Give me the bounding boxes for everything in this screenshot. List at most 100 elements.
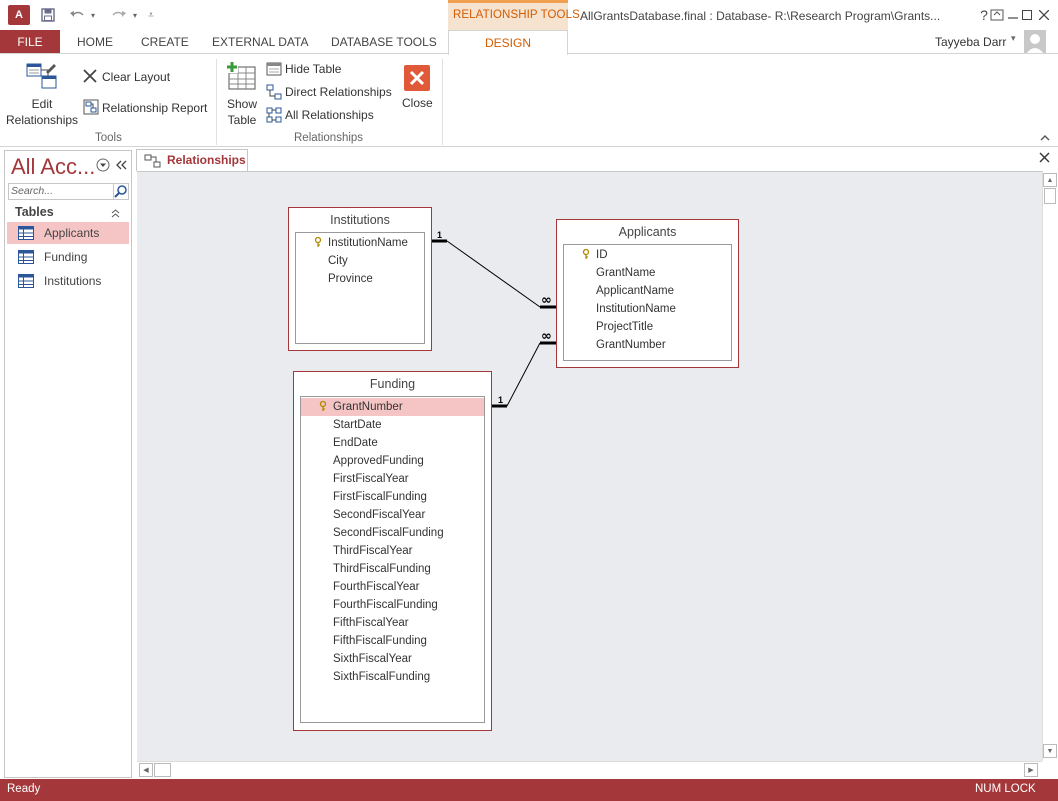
close-window-icon[interactable] [1033, 4, 1055, 26]
undo-icon[interactable] [66, 5, 88, 25]
hide-table-button[interactable]: Hide Table [285, 62, 341, 76]
field-list[interactable]: ID GrantName ApplicantName InstitutionNa… [563, 244, 732, 361]
field-fourth-fiscal-funding[interactable]: FourthFiscalFunding [301, 596, 484, 614]
hide-table-icon[interactable] [266, 61, 282, 80]
field-third-fiscal-year[interactable]: ThirdFiscalYear [301, 542, 484, 560]
nav-item-funding[interactable]: Funding [7, 246, 129, 268]
field-second-fiscal-year[interactable]: SecondFiscalYear [301, 506, 484, 524]
edit-relationships-button[interactable]: Edit Relationships [6, 96, 78, 128]
field-grant-number-key[interactable]: GrantNumber [301, 398, 484, 416]
num-lock-indicator: NUM LOCK [975, 783, 1036, 795]
field-fifth-fiscal-year[interactable]: FifthFiscalYear [301, 614, 484, 632]
nav-pane-title[interactable]: All Acc... [11, 154, 95, 180]
field-fourth-fiscal-year[interactable]: FourthFiscalYear [301, 578, 484, 596]
relationship-institutions-applicants[interactable]: 1 ∞ [431, 230, 556, 309]
all-relationships-icon[interactable] [266, 107, 282, 126]
table-window-funding[interactable]: Funding GrantNumber StartDate EndDate Ap… [293, 371, 492, 731]
field-first-fiscal-funding[interactable]: FirstFiscalFunding [301, 488, 484, 506]
field-second-fiscal-funding[interactable]: SecondFiscalFunding [301, 524, 484, 542]
close-button[interactable]: Close [402, 96, 433, 110]
undo-dropdown-icon[interactable]: ▾ [88, 5, 98, 25]
field-grant-number[interactable]: GrantNumber [564, 336, 731, 354]
field-list[interactable]: InstitutionName City Province [295, 232, 425, 344]
field-list[interactable]: GrantNumber StartDate EndDate ApprovedFu… [300, 396, 485, 723]
relationship-report-button[interactable]: Relationship Report [102, 101, 207, 115]
field-id-key[interactable]: ID [564, 246, 731, 264]
scroll-up-icon[interactable]: ▲ [1043, 173, 1057, 187]
tab-external-data[interactable]: EXTERNAL DATA [212, 35, 308, 49]
vertical-scrollbar[interactable]: ▲ ▼ [1042, 171, 1057, 761]
nav-pane-menu-icon[interactable] [96, 158, 110, 175]
tab-design[interactable]: DESIGN [448, 30, 568, 55]
relationships-canvas[interactable]: 1 ∞ 1 ∞ Institutions InstitutionName Cit… [137, 171, 1042, 761]
field-grant-name[interactable]: GrantName [564, 264, 731, 282]
tab-database-tools[interactable]: DATABASE TOOLS [331, 35, 437, 49]
document-tab-relationships[interactable]: Relationships [136, 149, 248, 171]
horizontal-scroll-thumb[interactable] [154, 763, 171, 777]
navigation-pane: All Acc... Search... Tables Applicants F… [4, 150, 132, 778]
field-third-fiscal-funding[interactable]: ThirdFiscalFunding [301, 560, 484, 578]
field-fifth-fiscal-funding[interactable]: FifthFiscalFunding [301, 632, 484, 650]
direct-relationships-icon[interactable] [266, 84, 282, 103]
section-collapse-icon[interactable] [111, 208, 120, 222]
field-start-date[interactable]: StartDate [301, 416, 484, 434]
scroll-down-icon[interactable]: ▼ [1043, 744, 1057, 758]
vertical-scroll-thumb[interactable] [1044, 188, 1056, 204]
field-sixth-fiscal-year[interactable]: SixthFiscalYear [301, 650, 484, 668]
search-icon[interactable] [113, 183, 129, 200]
collapse-ribbon-icon[interactable] [1040, 134, 1050, 145]
scroll-left-icon[interactable]: ◀ [139, 763, 153, 777]
field-first-fiscal-year[interactable]: FirstFiscalYear [301, 470, 484, 488]
relationship-report-icon[interactable] [83, 99, 99, 118]
table-icon [18, 226, 34, 243]
close-icon[interactable] [404, 65, 430, 94]
user-dropdown-icon[interactable]: ▾ [1011, 33, 1016, 44]
table-title[interactable]: Applicants [557, 225, 738, 239]
all-relationships-button[interactable]: All Relationships [285, 108, 374, 122]
field-city[interactable]: City [296, 252, 424, 270]
document-tab-label: Relationships [167, 153, 246, 167]
primary-key-icon [319, 401, 327, 411]
shutter-bar-collapse-icon[interactable] [115, 159, 127, 173]
redo-icon[interactable] [108, 5, 130, 25]
field-sixth-fiscal-funding[interactable]: SixthFiscalFunding [301, 668, 484, 686]
clear-layout-icon[interactable] [83, 69, 97, 86]
one-side-label: 1 [437, 230, 442, 240]
field-project-title[interactable]: ProjectTitle [564, 318, 731, 336]
table-title[interactable]: Funding [294, 377, 491, 391]
relationships-group-label: Relationships [294, 132, 364, 144]
tab-create[interactable]: CREATE [141, 35, 189, 49]
direct-relationships-button[interactable]: Direct Relationships [285, 85, 392, 99]
field-end-date[interactable]: EndDate [301, 434, 484, 452]
relationship-funding-applicants[interactable]: 1 ∞ [491, 329, 556, 408]
nav-item-institutions[interactable]: Institutions [7, 270, 129, 292]
field-approved-funding[interactable]: ApprovedFunding [301, 452, 484, 470]
table-window-applicants[interactable]: Applicants ID GrantName ApplicantName In… [556, 219, 739, 368]
table-title[interactable]: Institutions [289, 213, 431, 227]
field-province[interactable]: Province [296, 270, 424, 288]
nav-section-tables[interactable]: Tables [15, 205, 54, 219]
edit-relationships-icon[interactable] [26, 62, 58, 97]
tab-home[interactable]: HOME [77, 35, 113, 49]
one-side-label: 1 [498, 395, 503, 405]
show-table-icon[interactable] [226, 61, 258, 94]
horizontal-scrollbar[interactable]: ◀ ▶ [137, 761, 1042, 777]
redo-dropdown-icon[interactable]: ▾ [130, 5, 140, 25]
scroll-right-icon[interactable]: ▶ [1024, 763, 1038, 777]
nav-item-applicants[interactable]: Applicants [7, 222, 129, 244]
avatar[interactable] [1024, 30, 1046, 54]
table-window-institutions[interactable]: Institutions InstitutionName City Provin… [288, 207, 432, 351]
clear-layout-button[interactable]: Clear Layout [102, 70, 170, 84]
table-icon [18, 250, 34, 267]
nav-search-input[interactable]: Search... [8, 183, 114, 200]
user-name[interactable]: Tayyeba Darr [935, 35, 1006, 49]
show-table-button[interactable]: Show Table [224, 96, 260, 128]
field-institution-name-key[interactable]: InstitutionName [296, 234, 424, 252]
customize-quick-access-icon[interactable]: ⩡ [144, 5, 158, 25]
field-applicant-name[interactable]: ApplicantName [564, 282, 731, 300]
close-document-icon[interactable] [1039, 152, 1050, 166]
tab-file[interactable]: FILE [0, 30, 60, 54]
access-logo-icon[interactable]: A [8, 5, 30, 25]
field-institution-name[interactable]: InstitutionName [564, 300, 731, 318]
save-icon[interactable] [38, 5, 58, 25]
